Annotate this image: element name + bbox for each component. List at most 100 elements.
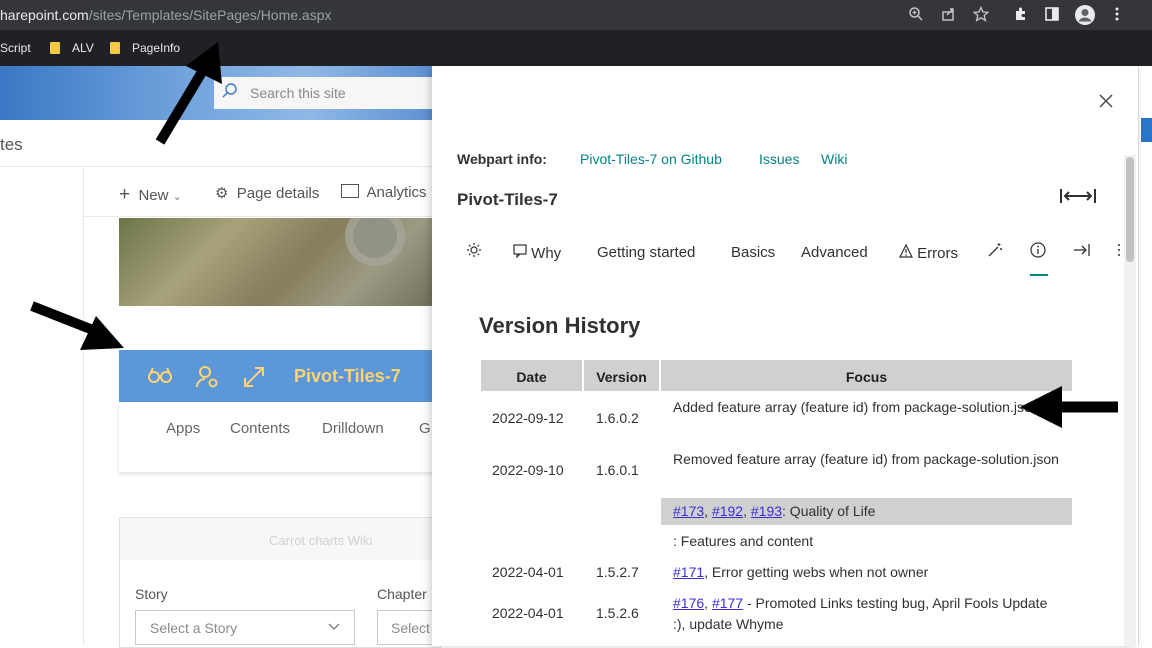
url-host: harepoint.com: [0, 7, 89, 23]
pivot-tiles-card: [119, 402, 439, 472]
row-date: 2022-09-10: [492, 462, 564, 478]
story-dropdown-placeholder: Select a Story: [150, 620, 238, 636]
folder-icon: [110, 42, 120, 54]
sidepanel-icon[interactable]: [1043, 6, 1061, 24]
new-label: New: [138, 187, 169, 204]
right-edge-strip: [1138, 66, 1152, 646]
extensions-icon[interactable]: [1012, 6, 1030, 24]
panel-title: Pivot-Tiles-7: [457, 190, 558, 209]
chat-icon: [513, 244, 527, 262]
analytics-button[interactable]: Analytics: [341, 184, 427, 201]
annotation-arrow-left: [1020, 386, 1118, 428]
zoom-icon[interactable]: [907, 6, 925, 24]
issue-link[interactable]: #177: [712, 595, 743, 611]
issue-link[interactable]: #173: [673, 503, 704, 519]
issue-link[interactable]: #176: [673, 595, 704, 611]
row-date: 2022-04-01: [492, 605, 564, 621]
tab-errors[interactable]: Errors: [899, 243, 959, 262]
annotation-arrow-right: [30, 301, 124, 350]
plus-icon: +: [119, 184, 131, 205]
pivot-tab-apps[interactable]: Apps: [166, 420, 200, 437]
page-details-label: Page details: [236, 185, 320, 202]
user-settings-icon[interactable]: [195, 365, 221, 395]
hero-image: [119, 206, 439, 306]
divider: [84, 216, 444, 217]
glasses-icon[interactable]: [147, 365, 173, 391]
new-button[interactable]: + New ⌄: [119, 184, 182, 206]
row-focus: #171, Error getting webs when not owner: [673, 562, 928, 583]
site-search-placeholder: Search this site: [250, 85, 346, 101]
issues-link[interactable]: Issues: [759, 151, 799, 167]
share-icon[interactable]: [940, 6, 958, 24]
row-version: 1.5.2.6: [596, 605, 639, 621]
row-focus: #176, #177 - Promoted Links testing bug,…: [673, 595, 1048, 632]
pivot-tiles-title: Pivot-Tiles-7: [294, 366, 401, 386]
header-focus: Focus: [661, 360, 1072, 391]
tab-basics[interactable]: Basics: [731, 244, 775, 261]
chevron-down-icon: [328, 620, 340, 634]
story-label: Story: [135, 586, 168, 602]
menu-icon[interactable]: [1108, 6, 1126, 24]
bookmark-label: Script: [0, 41, 31, 55]
magic-wand-icon[interactable]: [987, 242, 1003, 262]
issue-link[interactable]: #192: [712, 503, 743, 519]
divider: [83, 168, 84, 646]
issue-link[interactable]: #171: [673, 564, 704, 580]
row-focus-text: : Quality of Life: [782, 503, 876, 519]
sun-icon[interactable]: [466, 242, 482, 262]
folder-icon: [50, 42, 60, 54]
row-focus-text: , Error getting webs when not owner: [704, 564, 929, 580]
webpart-info-label: Webpart info:: [457, 151, 547, 167]
info-icon[interactable]: [1030, 242, 1046, 262]
chevron-down-icon: ⌄: [172, 191, 182, 203]
carrot-charts-title: Carrot charts Wiki: [269, 533, 373, 548]
row-date: 2022-09-12: [492, 410, 564, 426]
tab-getting-started[interactable]: Getting started: [597, 244, 695, 261]
pivot-tab-contents[interactable]: Contents: [230, 420, 290, 437]
bookmark-alv[interactable]: ALV: [50, 39, 94, 57]
profile-icon[interactable]: [1074, 4, 1096, 26]
row-date: 2022-04-01: [492, 564, 564, 580]
divider: [0, 166, 440, 167]
tab-advanced[interactable]: Advanced: [801, 244, 868, 261]
chapter-label: Chapter: [377, 586, 427, 602]
wiki-link[interactable]: Wiki: [821, 151, 847, 167]
row-version: 1.5.2.7: [596, 564, 639, 580]
issue-link[interactable]: #193: [751, 503, 782, 519]
annotation-arrow-up: [155, 42, 222, 145]
more-tabs-icon[interactable]: [1116, 242, 1122, 262]
panel-scrollbar-thumb[interactable]: [1126, 157, 1134, 262]
tab-why[interactable]: Why: [513, 244, 561, 262]
header-date: Date: [481, 360, 582, 391]
tab-errors-label: Errors: [917, 245, 959, 262]
row-focus: #173, #192, #193: Quality of Life: [673, 503, 876, 519]
edge-button[interactable]: [1141, 118, 1152, 142]
page-details-button[interactable]: ⚙ Page details: [215, 184, 319, 202]
expand-icon[interactable]: [242, 365, 266, 395]
url-path: /sites/Templates/SitePages/Home.aspx: [88, 7, 332, 23]
warning-icon: [899, 243, 913, 262]
expand-width-icon[interactable]: [1059, 186, 1097, 212]
active-tab-indicator: [1030, 274, 1048, 276]
star-icon[interactable]: [972, 5, 990, 24]
bookmark-script[interactable]: Script: [0, 39, 31, 57]
row-focus: Removed feature array (feature id) from …: [673, 451, 1059, 467]
close-icon[interactable]: [1096, 92, 1116, 112]
header-version: Version: [584, 360, 659, 391]
gear-icon: ⚙: [215, 185, 229, 202]
site-title[interactable]: tes: [0, 135, 23, 155]
row-focus: : Features and content: [673, 533, 814, 549]
row-version: 1.6.0.2: [596, 410, 639, 426]
export-icon[interactable]: [1073, 242, 1091, 262]
pivot-tab-g[interactable]: G: [419, 420, 431, 437]
pivot-tab-drilldown[interactable]: Drilldown: [322, 420, 384, 437]
analytics-label: Analytics: [366, 184, 427, 201]
bookmark-label: ALV: [72, 41, 94, 55]
url-field[interactable]: harepoint.com/sites/Templates/SitePages/…: [0, 0, 332, 30]
chapter-dropdown-placeholder: Select: [391, 620, 430, 636]
row-version: 1.6.0.1: [596, 462, 639, 478]
analytics-icon: [341, 184, 359, 198]
github-link[interactable]: Pivot-Tiles-7 on Github: [580, 151, 722, 167]
version-history-title: Version History: [479, 313, 641, 338]
row-focus: Added feature array (feature id) from pa…: [673, 399, 1040, 415]
